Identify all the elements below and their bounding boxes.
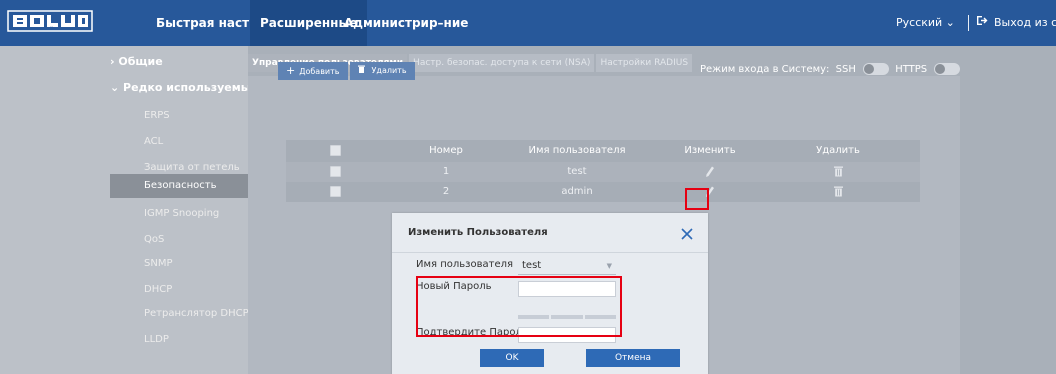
table-row: 2 admin — [286, 182, 920, 202]
nav-administration[interactable]: Администрир–ние — [344, 0, 468, 46]
username-select[interactable]: test ▼ — [518, 257, 616, 275]
row-username: test — [567, 166, 587, 177]
language-selector[interactable]: Русский ⌄ — [896, 0, 955, 46]
table-row: 1 test — [286, 162, 920, 182]
top-header: BOLID Быстрая настройка Расширенные Адми… — [0, 0, 1056, 46]
close-icon[interactable] — [680, 226, 694, 240]
header-divider — [968, 15, 969, 31]
delete-label: Удалить — [371, 66, 407, 75]
row-checkbox[interactable] — [330, 186, 341, 197]
tab-radius[interactable]: Настройки RADIUS — [596, 54, 693, 72]
sidebar-group-general[interactable]: › Общие — [0, 50, 248, 74]
logout-button[interactable]: Выход из системы — [976, 0, 1056, 46]
plus-icon: + — [286, 64, 296, 77]
dialog-title: Изменить Пользователя — [408, 227, 548, 238]
add-label: Добавить — [299, 67, 340, 76]
login-mode-label: Режим входа в Систему: — [700, 64, 830, 75]
col-number: Номер — [429, 145, 463, 156]
sidebar-item-snmp[interactable]: SNMP — [0, 252, 248, 276]
sidebar-item-qos[interactable]: QoS — [0, 228, 248, 252]
username-label: Имя пользователя — [416, 259, 514, 270]
username-value: test — [522, 260, 542, 271]
table-header: Номер Имя пользователя Изменить Удалить — [286, 140, 920, 162]
sidebar-item-dhcp-relay[interactable]: Ретранслятор DHCP — [0, 302, 249, 326]
sidebar-item-acl[interactable]: ACL — [0, 130, 248, 154]
col-username: Имя пользователя — [528, 145, 626, 156]
logo-text: BOLID — [50, 26, 53, 28]
delete-icon[interactable] — [788, 162, 888, 182]
ssh-label: SSH — [835, 64, 856, 75]
col-delete: Удалить — [816, 145, 860, 156]
sidebar-item-lldp[interactable]: LLDP — [0, 328, 248, 352]
password-fields-highlight — [416, 276, 622, 337]
edit-icon[interactable] — [660, 162, 760, 182]
col-edit: Изменить — [684, 145, 736, 156]
row-username: admin — [561, 186, 593, 197]
edit-icon[interactable] — [660, 182, 760, 202]
ssh-toggle[interactable] — [863, 63, 890, 75]
chevron-down-icon: ▼ — [606, 262, 612, 270]
cancel-button[interactable]: Отмена — [586, 349, 680, 367]
app-frame: BOLID Быстрая настройка Расширенные Адми… — [0, 0, 1056, 374]
edit-highlight — [685, 188, 709, 210]
sidebar-item-erps[interactable]: ERPS — [0, 104, 248, 128]
dialog-header: Изменить Пользователя — [392, 213, 708, 253]
delete-icon[interactable] — [788, 182, 888, 202]
sidebar-group-rarely-used[interactable]: ⌄ Редко используемые — [0, 76, 258, 100]
sidebar: › Общие ⌄ Редко используемые ERPS ACL За… — [0, 46, 258, 374]
logout-icon — [976, 0, 988, 46]
https-label: HTTPS — [895, 64, 928, 75]
https-toggle[interactable] — [934, 63, 961, 75]
sidebar-item-security[interactable]: Безопасность — [110, 174, 248, 198]
select-all-checkbox[interactable] — [330, 145, 341, 156]
login-mode: Режим входа в Систему: SSH HTTPS — [700, 60, 961, 80]
row-checkbox[interactable] — [330, 166, 341, 177]
delete-user-button[interactable]: Удалить — [350, 62, 415, 80]
tab-nsa[interactable]: Настр. безопас. доступа к сети (NSA) — [409, 54, 595, 72]
add-user-button[interactable]: + Добавить — [278, 62, 348, 80]
brand-logo: BOLID — [6, 7, 94, 35]
logout-label: Выход из системы — [994, 16, 1056, 29]
row-number: 1 — [442, 166, 450, 177]
trash-icon — [358, 65, 368, 75]
row-number: 2 — [442, 186, 450, 197]
sidebar-item-igmp-snooping[interactable]: IGMP Snooping — [0, 202, 248, 226]
sidebar-item-dhcp[interactable]: DHCP — [0, 278, 248, 302]
ok-button[interactable]: OK — [480, 349, 544, 367]
